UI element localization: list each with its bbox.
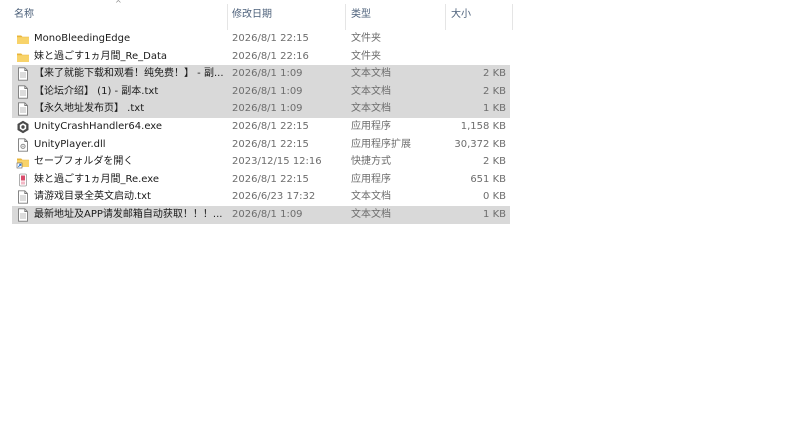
file-row[interactable]: 妹と過ごす1ヵ月間_Re.exe 2026/8/1 22:15 应用程序 651 KB [12, 171, 510, 189]
folder-icon [16, 32, 30, 46]
dll-file-icon [16, 137, 30, 152]
file-name: セーブフォルダを開く [34, 156, 134, 168]
column-divider[interactable] [512, 4, 513, 30]
file-name: 妹と過ごす1ヵ月間_Re_Data [34, 50, 167, 62]
file-name: 最新地址及APP请发邮箱自动获取！！！... [34, 208, 223, 220]
file-row[interactable]: セーブフォルダを開く 2023/12/15 12:16 快捷方式 2 KB [12, 153, 510, 171]
file-type: 文件夹 [351, 33, 381, 44]
file-type: 应用程序扩展 [351, 138, 411, 150]
file-modified-date: 2026/8/1 22:15 [232, 138, 309, 150]
file-row[interactable]: 妹と過ごす1ヵ月間_Re_Data 2026/8/1 22:16 文件夹 [12, 48, 510, 66]
file-size: 0 KB [483, 191, 506, 203]
file-size: 30,372 KB [454, 138, 506, 150]
text-file-icon [16, 67, 30, 81]
folder-icon [16, 50, 30, 64]
column-header-size[interactable]: 大小 [445, 0, 512, 30]
file-modified-date: 2026/8/1 1:09 [232, 68, 303, 80]
file-list: MonoBleedingEdge 2026/8/1 22:15 文件夹 妹と過ごす1ヵ… [12, 30, 510, 224]
file-type: 文本文档 [351, 191, 391, 203]
file-row[interactable]: 请游戏目录全英文启动.txt 2026/6/23 17:32 文本文档 0 KB [12, 188, 510, 206]
file-row[interactable]: 最新地址及APP请发邮箱自动获取！！！... 2026/8/1 1:09 文本文档 1… [12, 205, 510, 224]
file-modified-date: 2026/6/23 17:32 [232, 191, 316, 203]
file-modified-date: 2026/8/1 22:15 [232, 120, 309, 132]
file-size: 1,158 KB [460, 120, 506, 132]
file-modified-date: 2026/8/1 22:15 [232, 173, 309, 185]
file-name: 【永久地址发布页】 .txt [34, 103, 145, 115]
file-type: 文本文档 [351, 103, 391, 115]
text-file-icon [16, 85, 30, 99]
file-row[interactable]: UnityPlayer.dll 2026/8/1 22:15 应用程序扩展 30,37… [12, 136, 510, 154]
file-modified-date: 2026/8/1 1:09 [232, 208, 303, 220]
text-file-icon [16, 102, 30, 117]
file-size: 2 KB [483, 85, 506, 97]
text-file-icon [16, 190, 30, 204]
shortcut-icon [16, 155, 30, 169]
file-size: 1 KB [483, 208, 506, 220]
file-name: 【来了就能下载和观看！纯免费！】 - 副... [34, 68, 224, 80]
text-file-icon [16, 208, 30, 222]
file-type: 应用程序 [351, 173, 391, 185]
file-size: 1 KB [483, 103, 506, 115]
file-size: 2 KB [483, 156, 506, 168]
file-size: 651 KB [470, 173, 506, 185]
file-size: 2 KB [483, 68, 506, 80]
file-modified-date: 2026/8/1 22:16 [232, 50, 309, 62]
file-row[interactable]: 【永久地址发布页】 .txt 2026/8/1 1:09 文本文档 1 KB [12, 100, 510, 118]
column-header-date[interactable]: 修改日期 [227, 0, 345, 30]
file-explorer: ^ 名称 修改日期 类型 大小 MonoBleedingEdge 2026/8/1… [0, 0, 800, 431]
file-row[interactable]: UnityCrashHandler64.exe 2026/8/1 22:15 应用程… [12, 118, 510, 136]
file-name: 妹と過ごす1ヵ月間_Re.exe [34, 173, 160, 185]
game-exe-icon [16, 173, 30, 187]
file-modified-date: 2026/8/1 1:09 [232, 103, 303, 115]
file-type: 文本文档 [351, 208, 391, 220]
file-name: 【论坛介绍】 (1) - 副本.txt [34, 85, 159, 97]
file-type: 应用程序 [351, 120, 391, 132]
file-row[interactable]: 【论坛介绍】 (1) - 副本.txt 2026/8/1 1:09 文本文档 2 KB [12, 82, 510, 101]
unity-exe-icon [16, 120, 30, 134]
file-modified-date: 2026/8/1 1:09 [232, 85, 303, 97]
file-name: UnityPlayer.dll [34, 138, 106, 150]
column-header-bar: ^ 名称 修改日期 类型 大小 [0, 0, 513, 30]
file-type: 文本文档 [351, 68, 391, 80]
file-name: MonoBleedingEdge [34, 33, 131, 44]
file-type: 文件夹 [351, 50, 381, 62]
file-row[interactable]: 【来了就能下载和观看！纯免费！】 - 副... 2026/8/1 1:09 文本文档… [12, 65, 510, 83]
column-header-name[interactable]: 名称 [0, 0, 227, 30]
file-modified-date: 2026/8/1 22:15 [232, 33, 309, 44]
file-name: UnityCrashHandler64.exe [34, 120, 163, 132]
file-row[interactable]: MonoBleedingEdge 2026/8/1 22:15 文件夹 [12, 30, 510, 48]
file-type: 文本文档 [351, 85, 391, 97]
file-modified-date: 2023/12/15 12:16 [232, 156, 322, 168]
column-header-type[interactable]: 类型 [345, 0, 445, 30]
file-type: 快捷方式 [351, 156, 391, 168]
file-name: 请游戏目录全英文启动.txt [34, 191, 151, 203]
